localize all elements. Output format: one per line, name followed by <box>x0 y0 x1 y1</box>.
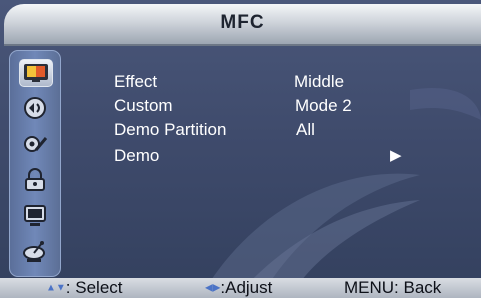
title-bar: MFC <box>4 4 481 46</box>
back-hint: MENU: Back <box>344 278 442 297</box>
lock-icon[interactable] <box>19 167 51 193</box>
demo-enter-arrow-icon[interactable]: ▶ <box>390 146 402 164</box>
demo-partition-value[interactable]: All <box>296 120 315 140</box>
adjust-hint: ◀▶:Adjust <box>205 278 272 298</box>
osd-menu: MFC Effect Middle Custom Mode 2 Demo Par… <box>0 0 481 298</box>
select-hint: ▲▼: Select <box>46 278 123 298</box>
menu-title: MFC <box>220 12 265 33</box>
effect-value[interactable]: Middle <box>294 72 344 92</box>
setup-icon[interactable] <box>19 131 51 157</box>
picture-icon[interactable] <box>19 59 53 87</box>
custom-label[interactable]: Custom <box>114 96 173 116</box>
up-down-arrows-icon: ▲▼ <box>46 282 66 294</box>
demo-label[interactable]: Demo <box>114 146 159 166</box>
select-hint-label: : Select <box>65 278 123 297</box>
effect-label[interactable]: Effect <box>114 72 157 92</box>
channel-icon[interactable] <box>19 239 51 265</box>
pc-icon[interactable] <box>19 203 51 229</box>
adjust-hint-label: :Adjust <box>220 278 273 297</box>
hint-bar: ▲▼: Select ◀▶:Adjust MENU: Back <box>0 278 481 298</box>
demo-partition-label[interactable]: Demo Partition <box>114 120 226 140</box>
category-sidebar <box>9 50 61 277</box>
sound-icon[interactable] <box>19 95 51 121</box>
left-right-arrows-icon: ◀▶ <box>205 282 221 294</box>
custom-value[interactable]: Mode 2 <box>295 96 352 116</box>
